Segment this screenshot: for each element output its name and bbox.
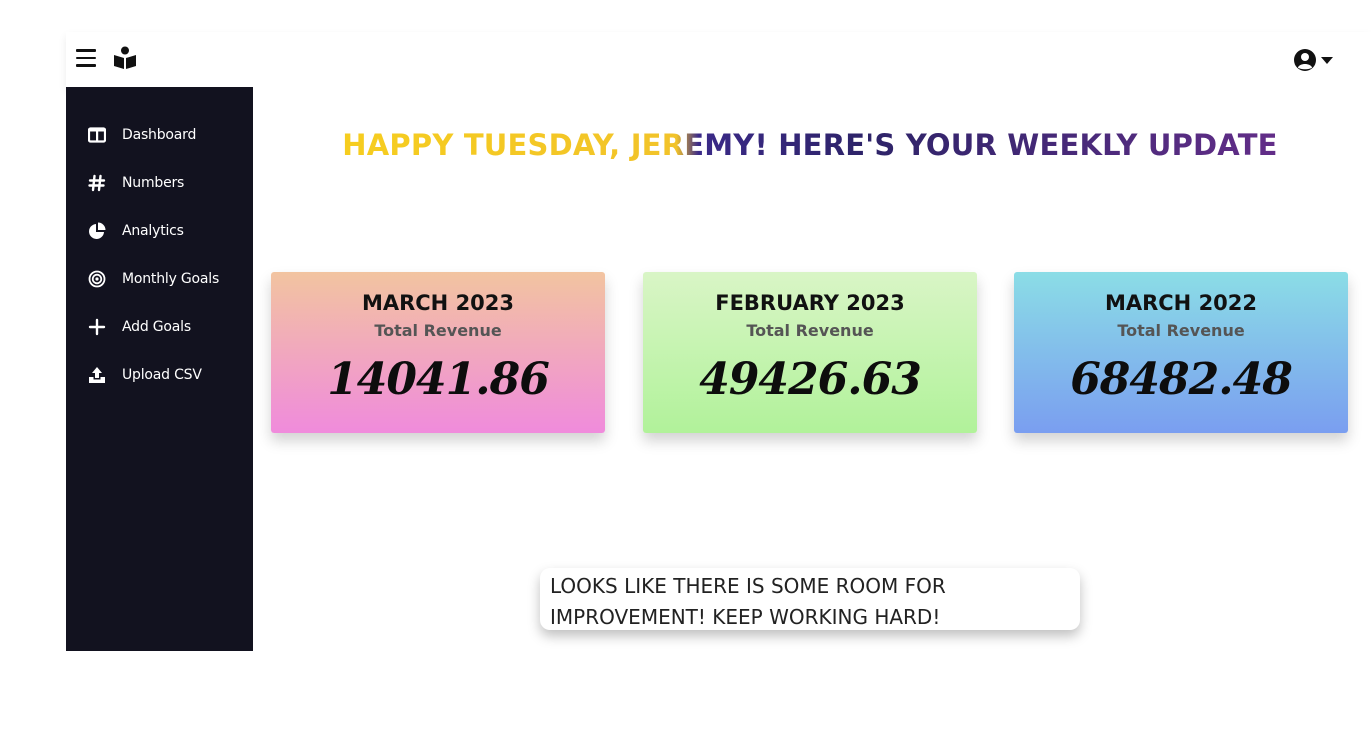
- top-navbar: [66, 32, 1371, 87]
- greeting-heading: HAPPY TUESDAY, JEREMY! HERE'S YOUR WEEKL…: [253, 127, 1367, 163]
- feedback-message: LOOKS LIKE THERE IS SOME ROOM FOR IMPROV…: [540, 568, 1080, 630]
- sidebar: Dashboard Numbers Analytics Monthly Goal…: [66, 87, 253, 651]
- sidebar-item-add-goals[interactable]: Add Goals: [66, 310, 253, 344]
- revenue-card-march-2023: MARCH 2023 Total Revenue 14041.86: [271, 272, 605, 433]
- columns-icon: [88, 126, 106, 144]
- card-title: MARCH 2022: [1104, 291, 1258, 315]
- card-title: FEBRUARY 2023: [715, 291, 905, 315]
- card-value: 68482.48: [1070, 354, 1293, 405]
- sidebar-item-dashboard[interactable]: Dashboard: [66, 118, 253, 152]
- user-menu[interactable]: [1293, 47, 1335, 73]
- sidebar-item-label: Analytics: [122, 223, 184, 239]
- plus-icon: [88, 318, 106, 336]
- upload-icon: [88, 366, 106, 384]
- sidebar-item-label: Monthly Goals: [122, 271, 220, 287]
- card-subtitle: Total Revenue: [746, 321, 874, 340]
- card-subtitle: Total Revenue: [1117, 321, 1245, 340]
- card-title: MARCH 2023: [361, 291, 515, 315]
- sidebar-item-analytics[interactable]: Analytics: [66, 214, 253, 248]
- main-content: HAPPY TUESDAY, JEREMY! HERE'S YOUR WEEKL…: [253, 87, 1371, 651]
- hashtag-icon: [88, 174, 106, 192]
- revenue-card-february-2023: FEBRUARY 2023 Total Revenue 49426.63: [643, 272, 977, 433]
- card-subtitle: Total Revenue: [374, 321, 502, 340]
- pie-chart-icon: [88, 222, 106, 240]
- reading-person-icon[interactable]: [112, 46, 138, 70]
- target-icon: [88, 270, 106, 288]
- user-circle-icon: [1294, 49, 1316, 71]
- sidebar-item-upload-csv[interactable]: Upload CSV: [66, 358, 253, 392]
- sidebar-item-monthly-goals[interactable]: Monthly Goals: [66, 262, 253, 296]
- sidebar-item-label: Dashboard: [122, 127, 197, 143]
- card-value: 14041.86: [327, 354, 550, 405]
- sidebar-item-label: Numbers: [122, 175, 185, 191]
- revenue-card-march-2022: MARCH 2022 Total Revenue 68482.48: [1014, 272, 1348, 433]
- card-value: 49426.63: [699, 354, 922, 405]
- sidebar-item-label: Add Goals: [122, 319, 191, 335]
- sidebar-item-numbers[interactable]: Numbers: [66, 166, 253, 200]
- caret-down-icon: [1321, 57, 1333, 64]
- hamburger-icon[interactable]: [76, 49, 96, 67]
- sidebar-item-label: Upload CSV: [122, 367, 202, 383]
